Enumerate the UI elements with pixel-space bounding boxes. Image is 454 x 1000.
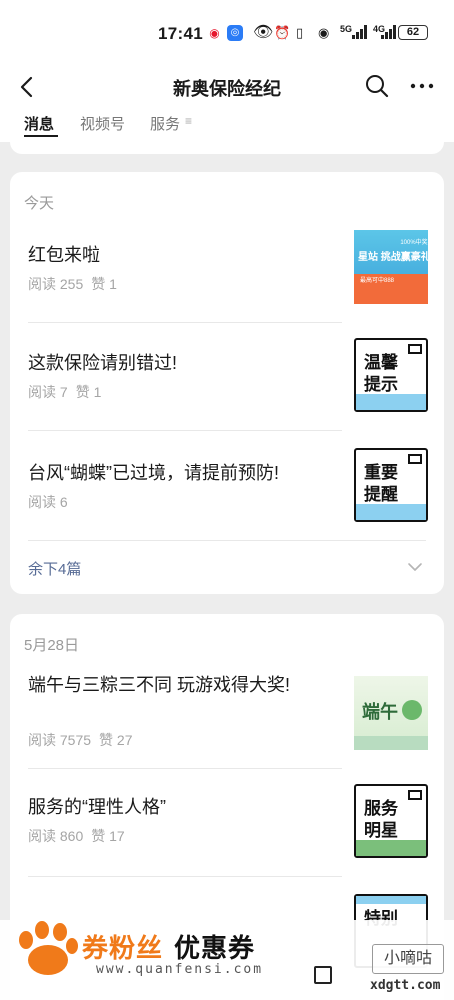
article-title: 端午与三粽三不同 玩游戏得大奖! (28, 675, 291, 695)
article-item[interactable]: 台风“蝴蝶”已过境，请提前预防! 阅读 6 重要 提醒 (10, 446, 444, 538)
thumb-text: 温馨 提示 (364, 353, 398, 394)
like-count: 赞 27 (99, 732, 133, 748)
thumb-badge-text: 100%中奖 (400, 238, 427, 246)
status-bar: 17:41 ◉ ◎ 👁 ⏰ ▯ ◉ 5G 4G 62 (0, 0, 454, 64)
thumb-text: 服务 明星 (364, 799, 398, 840)
network-5g-label: 5G (340, 24, 353, 34)
message-group-today: 今天 红包来啦 阅读 255 赞 1 100%中奖 星站 挑战赢豪礼 最高可中88… (10, 172, 444, 594)
menu-icon: ≡ (185, 114, 193, 128)
article-meta: 阅读 7 赞 1 (28, 382, 109, 402)
divider (28, 768, 342, 769)
hotspot-icon: ◉ (318, 25, 330, 40)
divider (28, 540, 426, 541)
article-thumbnail: 重要 提醒 (354, 448, 428, 522)
watermark-brand: 券粉丝 (82, 933, 164, 963)
more-options-icon[interactable] (408, 73, 436, 99)
more-articles-link[interactable]: 余下4篇 (28, 558, 81, 579)
article-title: 这款保险请别错过! (28, 353, 178, 373)
tab-services[interactable]: 服务 (150, 113, 180, 134)
article-thumbnail: 端午 (354, 676, 428, 750)
read-count: 阅读 6 (28, 494, 68, 510)
alarm-icon: ⏰ (274, 25, 291, 40)
signal-icon (352, 25, 367, 39)
article-item[interactable]: 服务的“理性人格” 阅读 860 赞 17 服务 明星 (10, 784, 444, 876)
article-title: 台风“蝴蝶”已过境，请提前预防! (28, 463, 279, 483)
search-icon[interactable] (364, 73, 390, 99)
divider (28, 322, 342, 323)
like-count: 赞 1 (91, 276, 117, 292)
vibrate-icon: ▯ (296, 25, 304, 40)
thumb-text: 端午 (362, 702, 398, 722)
read-count: 阅读 7575 (28, 732, 92, 748)
signal-icon-2 (381, 25, 396, 39)
watermark-brand-suffix: 优惠券 (174, 933, 256, 963)
article-thumbnail: 温馨 提示 (354, 338, 428, 412)
article-item[interactable]: 端午与三粽三不同 玩游戏得大奖! 阅读 7575 赞 27 端午 (10, 672, 444, 768)
tab-channels[interactable]: 视频号 (80, 113, 125, 134)
article-item[interactable]: 这款保险请别错过! 阅读 7 赞 1 温馨 提示 (10, 338, 444, 430)
chevron-down-icon[interactable] (406, 558, 424, 576)
like-count: 赞 1 (75, 384, 102, 400)
article-meta: 阅读 255 赞 1 (28, 274, 125, 294)
article-item[interactable]: 红包来啦 阅读 255 赞 1 100%中奖 星站 挑战赢豪礼 最高可中888 (10, 230, 444, 322)
watermark-badge: 小嘀咕 (372, 944, 444, 974)
watermark-site: xdgtt.com (370, 978, 441, 993)
divider (28, 876, 342, 877)
date-label: 今天 (24, 195, 55, 212)
paw-logo-icon (19, 921, 78, 975)
like-count: 赞 17 (91, 828, 125, 844)
article-meta: 阅读 860 赞 17 (28, 826, 133, 846)
thumb-subline-text: 最高可中888 (360, 276, 395, 284)
app-notification-icon: ◎ (227, 25, 243, 41)
recent-apps-icon[interactable] (314, 966, 332, 984)
read-count: 阅读 7 (28, 384, 68, 400)
eye-icon: 👁 (253, 24, 274, 41)
active-tab-indicator (24, 135, 58, 137)
article-thumbnail: 100%中奖 星站 挑战赢豪礼 最高可中888 (354, 230, 428, 304)
watermark-url: www.quanfensi.com (96, 962, 264, 977)
article-meta: 阅读 7575 赞 27 (28, 730, 141, 750)
divider (28, 430, 342, 431)
profile-card-bottom (10, 138, 444, 154)
article-title: 服务的“理性人格” (28, 797, 166, 817)
battery-indicator: 62 (398, 25, 428, 40)
article-meta: 阅读 6 (28, 492, 76, 512)
tab-messages[interactable]: 消息 (24, 113, 54, 134)
article-thumbnail: 服务 明星 (354, 784, 428, 858)
thumb-text: 重要 提醒 (364, 463, 398, 504)
date-label: 5月28日 (24, 637, 80, 654)
nav-bar: 新奥保险经纪 (0, 64, 454, 110)
read-count: 阅读 860 (28, 828, 84, 844)
status-time: 17:41 (158, 24, 203, 43)
read-count: 阅读 255 (28, 276, 84, 292)
weibo-icon: ◉ (206, 25, 223, 42)
thumb-headline-text: 星站 挑战赢豪礼 (358, 250, 428, 263)
article-title: 红包来啦 (28, 245, 100, 265)
